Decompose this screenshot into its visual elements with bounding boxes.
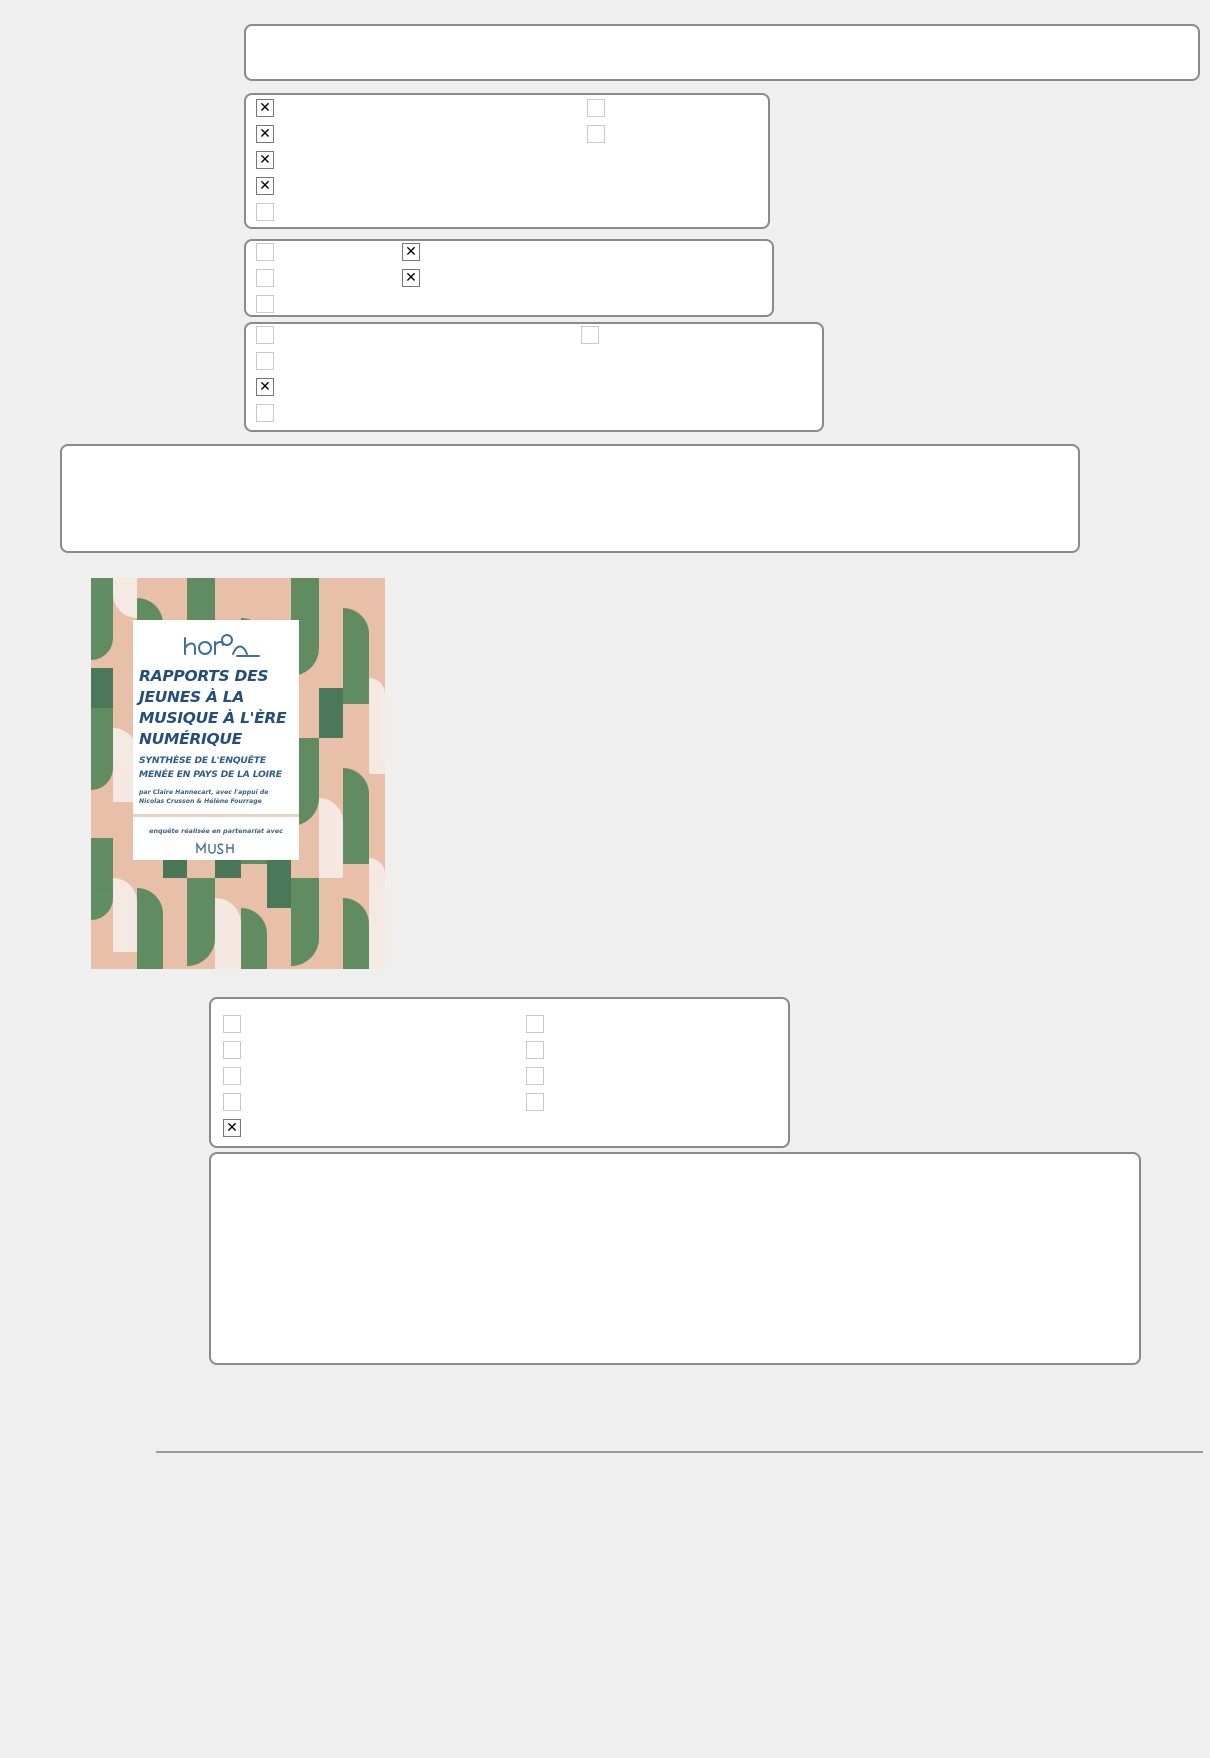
cover-subtitle: SYNTHÈSE DE L'ENQUÊTE MENÉE EN PAYS DE L… bbox=[139, 755, 282, 780]
checkbox-3-5[interactable] bbox=[581, 326, 599, 344]
checkbox-1-4[interactable] bbox=[256, 177, 274, 195]
cover-partner-band bbox=[133, 814, 299, 817]
checkbox-1-6[interactable] bbox=[587, 99, 605, 117]
checkbox-3-1[interactable] bbox=[256, 326, 274, 344]
checkbox-group-3 bbox=[244, 322, 824, 432]
cover-title: RAPPORTS DES JEUNES À LA MUSIQUE À L'ÈRE… bbox=[139, 667, 287, 748]
checkbox-group-1 bbox=[244, 93, 770, 229]
checkbox-4-5[interactable] bbox=[223, 1119, 241, 1137]
checkbox-4-1[interactable] bbox=[223, 1015, 241, 1033]
checkbox-1-7[interactable] bbox=[587, 125, 605, 143]
checkbox-group-4 bbox=[209, 997, 790, 1148]
checkbox-2-4[interactable] bbox=[402, 243, 420, 261]
checkbox-1-3[interactable] bbox=[256, 151, 274, 169]
checkbox-1-2[interactable] bbox=[256, 125, 274, 143]
checkbox-2-1[interactable] bbox=[256, 243, 274, 261]
checkbox-2-5[interactable] bbox=[402, 269, 420, 287]
cover-partner-text: enquête réalisée en partenariat avec bbox=[149, 827, 283, 835]
checkbox-1-1[interactable] bbox=[256, 99, 274, 117]
checkbox-3-2[interactable] bbox=[256, 352, 274, 370]
checkbox-3-4[interactable] bbox=[256, 404, 274, 422]
text-area-1[interactable] bbox=[60, 444, 1080, 553]
checkbox-4-7[interactable] bbox=[526, 1041, 544, 1059]
report-cover-image: RAPPORTS DES JEUNES À LA MUSIQUE À L'ÈRE… bbox=[91, 578, 385, 969]
partner-logo bbox=[196, 841, 234, 855]
checkbox-3-3[interactable] bbox=[256, 378, 274, 396]
horizontal-divider bbox=[156, 1451, 1203, 1453]
checkbox-4-6[interactable] bbox=[526, 1015, 544, 1033]
checkbox-2-2[interactable] bbox=[256, 269, 274, 287]
cover-authors: par Claire Hannecart, avec l'appui de Ni… bbox=[139, 789, 269, 805]
checkbox-4-4[interactable] bbox=[223, 1093, 241, 1111]
checkbox-group-2 bbox=[244, 239, 774, 317]
cover-title-card: RAPPORTS DES JEUNES À LA MUSIQUE À L'ÈRE… bbox=[133, 620, 299, 860]
checkbox-4-9[interactable] bbox=[526, 1093, 544, 1111]
checkbox-4-2[interactable] bbox=[223, 1041, 241, 1059]
checkbox-4-8[interactable] bbox=[526, 1067, 544, 1085]
trempo-logo bbox=[184, 634, 260, 657]
checkbox-2-3[interactable] bbox=[256, 295, 274, 313]
checkbox-4-3[interactable] bbox=[223, 1067, 241, 1085]
top-text-input[interactable] bbox=[244, 24, 1200, 81]
text-area-2[interactable] bbox=[209, 1152, 1141, 1365]
checkbox-1-5[interactable] bbox=[256, 203, 274, 221]
